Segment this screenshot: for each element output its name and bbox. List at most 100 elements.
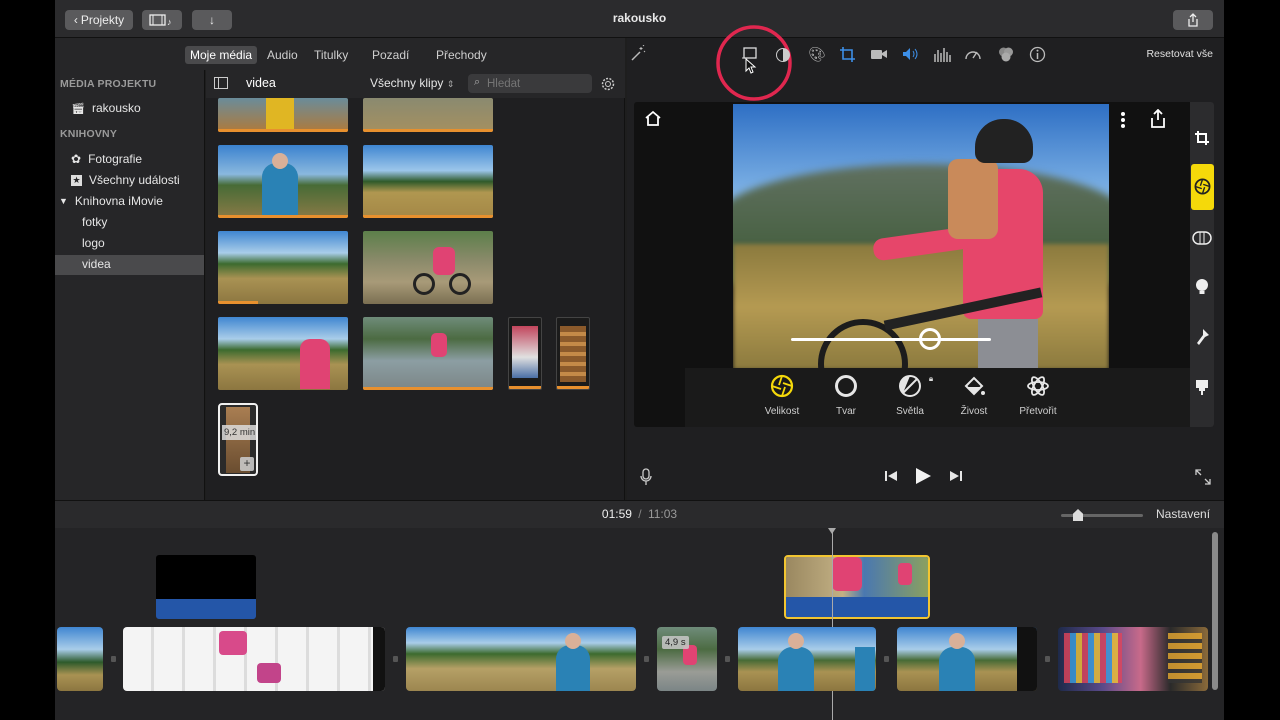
imovie-window: ‹ Projekty ♪ ↓ rakousko Moje média Audio…: [55, 0, 1224, 720]
tool-reshape[interactable]: Přetvořit: [1003, 374, 1073, 417]
size-slider-track[interactable]: [791, 338, 991, 341]
wheel-shape: [413, 273, 435, 295]
used-media-bar: [218, 301, 258, 304]
timeline-clip[interactable]: [406, 627, 636, 691]
skip-forward-icon[interactable]: [949, 469, 963, 483]
settings-button[interactable]: Nastavení: [1156, 507, 1210, 521]
magic-wand-icon[interactable]: [629, 45, 647, 63]
timeline-clip[interactable]: [738, 627, 876, 691]
playhead[interactable]: [832, 528, 833, 720]
viewer-toolbar: 🎨︎ Resetovat vše: [627, 25, 1224, 101]
size-slider-thumb[interactable]: [919, 328, 941, 350]
info-icon[interactable]: [1029, 46, 1046, 63]
fullscreen-icon[interactable]: [1195, 469, 1211, 485]
aperture-icon: [770, 374, 794, 398]
tool-size[interactable]: Velikost: [747, 374, 817, 417]
media-clip[interactable]: [218, 317, 348, 390]
app-icons-shape: [1064, 633, 1122, 683]
timeline-clip[interactable]: [123, 627, 385, 691]
person-shape: [262, 163, 298, 218]
sidebar-item-fotky[interactable]: fotky: [82, 215, 107, 229]
filter-circles-icon[interactable]: [997, 46, 1015, 63]
sidebar-item-project[interactable]: 🎬︎ rakousko: [71, 101, 141, 115]
media-clip[interactable]: [508, 317, 542, 390]
title-bar: ‹ Projekty ♪ ↓ rakousko: [55, 0, 1224, 38]
tab-titles[interactable]: Titulky: [309, 46, 353, 64]
tool-lights[interactable]: Světla 🔒︎: [875, 374, 945, 417]
clip-gap: [111, 656, 116, 662]
tool-vibrance[interactable]: Živost: [939, 374, 1009, 417]
search-field[interactable]: ⌕: [468, 74, 592, 93]
crop-icon[interactable]: [1194, 130, 1210, 146]
stabilization-camera-icon[interactable]: [870, 47, 888, 61]
home-icon[interactable]: [644, 110, 662, 127]
person-shape: [898, 563, 912, 585]
app-icons-shape: [1168, 633, 1202, 683]
media-clip[interactable]: [556, 317, 590, 390]
person-shape: [433, 247, 455, 275]
sidebar-item-logo[interactable]: logo: [82, 236, 105, 250]
color-balance-icon[interactable]: [775, 47, 791, 63]
timeline-clip[interactable]: [57, 627, 103, 691]
timeline: 4,9 s: [55, 528, 1224, 720]
search-input[interactable]: [487, 76, 587, 91]
microphone-icon[interactable]: [640, 468, 652, 486]
timeline-clip[interactable]: 4,9 s: [657, 627, 717, 691]
wheel-shape: [449, 273, 471, 295]
skip-back-icon[interactable]: [884, 469, 898, 483]
tab-backgrounds[interactable]: Pozadí: [367, 46, 414, 64]
trousers-shape: [978, 319, 1038, 370]
flower-icon: ✿: [71, 152, 82, 166]
tool-shape[interactable]: Tvar: [811, 374, 881, 417]
star-icon: ★: [71, 174, 82, 186]
play-icon[interactable]: [914, 467, 932, 485]
media-clip[interactable]: [363, 317, 493, 390]
media-clip[interactable]: [218, 231, 348, 304]
lightbulb-icon[interactable]: [1195, 278, 1209, 296]
brush-icon[interactable]: [1195, 379, 1209, 395]
aperture-tool-active[interactable]: [1191, 164, 1214, 210]
tone-curve-icon[interactable]: [1192, 231, 1212, 245]
clip-filter-select[interactable]: Všechny klipy ⇕: [370, 76, 454, 90]
aperture-icon: [1194, 178, 1211, 195]
used-media-bar: [509, 386, 541, 389]
healing-pin-icon[interactable]: [1194, 328, 1210, 346]
share-icon: [1188, 13, 1198, 27]
media-clip[interactable]: [218, 98, 348, 132]
timeline-clip[interactable]: [897, 627, 1037, 691]
timeline-scrollbar[interactable]: [1212, 532, 1218, 690]
preview-frame: Velikost Tvar Světla 🔒︎ Živost Přetvořit: [634, 102, 1214, 427]
sidebar-toggle-icon[interactable]: [214, 77, 228, 89]
media-clip-selected[interactable]: 9,2 min +: [218, 403, 258, 476]
tab-audio[interactable]: Audio: [262, 46, 303, 64]
more-dots-icon[interactable]: [1120, 111, 1126, 129]
media-clip[interactable]: [218, 145, 348, 218]
media-clip[interactable]: [363, 145, 493, 218]
export-icon[interactable]: [1150, 109, 1166, 128]
gear-icon[interactable]: [600, 76, 616, 92]
palette-icon[interactable]: 🎨︎: [808, 46, 826, 62]
crop-icon[interactable]: [839, 46, 856, 63]
time-separator: /: [638, 507, 642, 521]
connected-clip[interactable]: [156, 555, 256, 619]
reset-all-button[interactable]: Resetovat vše: [1146, 48, 1213, 60]
speedometer-icon[interactable]: [964, 46, 982, 62]
timeline-clip[interactable]: [1058, 627, 1208, 691]
media-clip[interactable]: [363, 231, 493, 304]
add-clip-icon[interactable]: +: [240, 457, 254, 471]
timecode: 01:59 / 11:03: [55, 507, 1224, 521]
media-clip[interactable]: [363, 98, 493, 132]
tab-my-media[interactable]: Moje média: [185, 46, 258, 64]
duration-badge: 9,2 min: [222, 425, 256, 440]
sidebar-item-imovie-library[interactable]: ▼ Knihovna iMovie: [59, 194, 163, 208]
playhead-handle[interactable]: [828, 528, 836, 534]
used-media-bar: [363, 129, 493, 132]
sidebar-item-photos[interactable]: ✿ Fotografie: [71, 152, 142, 166]
sidebar-item-videa[interactable]: videa: [82, 257, 111, 271]
equalizer-icon[interactable]: [933, 46, 951, 62]
volume-icon[interactable]: [902, 47, 920, 61]
share-button[interactable]: [1173, 10, 1213, 30]
connected-clip-selected[interactable]: [784, 555, 930, 619]
sidebar-item-all-events[interactable]: ★ Všechny události: [71, 173, 180, 187]
tab-transitions[interactable]: Přechody: [431, 46, 492, 64]
